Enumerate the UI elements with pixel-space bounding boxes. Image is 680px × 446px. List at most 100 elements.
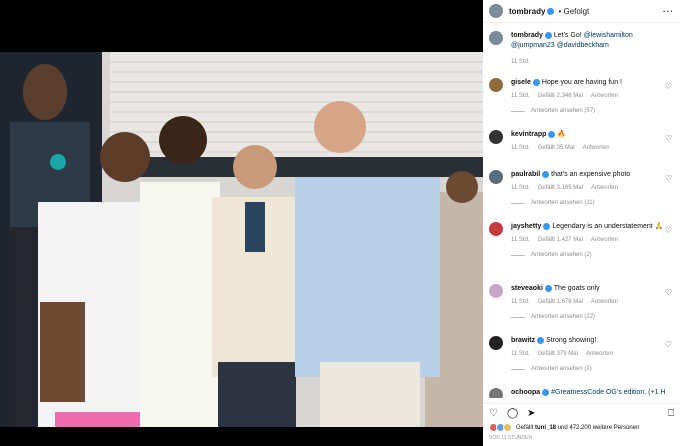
comment-meta: 11 Std. Gefällt 1.427 Mal Antworten bbox=[511, 236, 674, 245]
comment-avatar[interactable] bbox=[489, 388, 503, 398]
comment-text: that's an expensive photo bbox=[551, 171, 631, 178]
comment-likes[interactable]: Gefällt 2.346 Mal bbox=[538, 93, 583, 99]
verified-badge-icon bbox=[547, 7, 555, 15]
comment-meta: 11 Std. Gefällt 379 Mal Antworten bbox=[511, 350, 674, 359]
comment-avatar[interactable] bbox=[489, 130, 503, 144]
comment-body: jayshetty Legendary is an understatement… bbox=[511, 222, 674, 284]
bookmark-icon[interactable]: ⎕ bbox=[668, 408, 674, 419]
author-avatar[interactable] bbox=[489, 4, 503, 18]
comment-meta: 11 Std. Gefällt 1.678 Mal Antworten bbox=[511, 298, 674, 307]
post-header: tombrady • Gefolgt ··· bbox=[483, 0, 680, 23]
liker-avatar bbox=[503, 423, 512, 432]
comment-body: kevintrapp 🔥 11 Std. Gefällt 35 Mal Antwor… bbox=[511, 130, 674, 170]
comment-time: 11 Std. bbox=[511, 299, 530, 305]
verified-badge-icon bbox=[543, 222, 551, 230]
comment-icon[interactable]: ◯ bbox=[507, 408, 518, 419]
comment-avatar[interactable] bbox=[489, 336, 503, 350]
verified-badge-icon bbox=[542, 388, 550, 396]
post-sidebar: tombrady • Gefolgt ··· tombrady Let's Go… bbox=[483, 0, 680, 446]
reply-button[interactable]: Antworten bbox=[586, 351, 613, 357]
comment-item: brawitz Strong showing! 11 Std. Gefällt 3… bbox=[483, 336, 680, 388]
caption-text-block: tombrady Let's Go! @lewishamilton @jumpm… bbox=[511, 31, 674, 67]
comment-text: Legendary is an understatement 🙏 bbox=[552, 223, 664, 230]
comment-avatar[interactable] bbox=[489, 284, 503, 298]
heart-icon[interactable]: ♡ bbox=[489, 408, 498, 419]
heart-icon[interactable]: ♡ bbox=[665, 174, 672, 183]
liked-by-user[interactable]: tuni_18 bbox=[535, 425, 556, 431]
comment-text: Hope you are having fun ! bbox=[541, 79, 622, 86]
comment-time: 11 Std. bbox=[511, 145, 530, 151]
comment-time: 11 Std. bbox=[511, 93, 530, 99]
post-photo[interactable] bbox=[0, 52, 483, 427]
mention-lewishamilton[interactable]: @lewishamilton bbox=[584, 32, 633, 39]
comment-username[interactable]: jayshetty bbox=[511, 223, 541, 230]
reply-button[interactable]: Antworten bbox=[591, 93, 618, 99]
comment-meta: 11 Std. Gefällt 35 Mal Antworten bbox=[511, 144, 674, 153]
heart-icon[interactable]: ♡ bbox=[665, 134, 672, 143]
comment-likes[interactable]: Gefällt 35 Mal bbox=[538, 145, 575, 151]
mention-jumpman23[interactable]: @jumpman23 bbox=[511, 42, 555, 49]
comment-avatar[interactable] bbox=[489, 222, 503, 236]
reply-button[interactable]: Antworten bbox=[583, 145, 610, 151]
comment-likes[interactable]: Gefällt 1.678 Mal bbox=[538, 299, 583, 305]
comment-username[interactable]: steveaoki bbox=[511, 285, 543, 292]
comment-meta: 11 Std. Gefällt 3.165 Mal Antworten bbox=[511, 184, 674, 193]
reply-button[interactable]: Antworten bbox=[591, 237, 618, 243]
comment-time: 11 Std. bbox=[511, 185, 530, 191]
comment-item: kevintrapp 🔥 11 Std. Gefällt 35 Mal Antwor… bbox=[483, 130, 680, 170]
follow-state[interactable]: • Gefolgt bbox=[558, 7, 589, 16]
comment-avatar[interactable] bbox=[489, 170, 503, 184]
comment-item: paulrabil that's an expensive photo 11 S… bbox=[483, 170, 680, 222]
comment-meta: 11 Std. Gefällt 2.346 Mal Antworten bbox=[511, 92, 674, 101]
author-username[interactable]: tombrady bbox=[509, 7, 545, 16]
comment-text: 🔥 bbox=[557, 131, 567, 138]
comment-item-partial: ochoopa #GreatnessCode OG's edition. (+1… bbox=[483, 388, 680, 398]
reply-button[interactable]: Antworten bbox=[591, 299, 618, 305]
verified-badge-icon bbox=[532, 78, 540, 86]
heart-icon[interactable]: ♡ bbox=[665, 340, 672, 349]
verified-badge-icon bbox=[537, 336, 545, 344]
comment-text: The goats only bbox=[553, 285, 600, 292]
view-replies-button[interactable]: Antworten ansehen (2) bbox=[511, 251, 674, 260]
photo-pane bbox=[0, 0, 483, 446]
comment-body: brawitz Strong showing! 11 Std. Gefällt 3… bbox=[511, 336, 674, 388]
view-replies-button[interactable]: Antworten ansehen (57) bbox=[511, 107, 674, 116]
heart-icon[interactable]: ♡ bbox=[665, 288, 672, 297]
comment-username[interactable]: paulrabil bbox=[511, 171, 540, 178]
group-photo-illustration bbox=[0, 52, 483, 427]
comment-body: paulrabil that's an expensive photo 11 S… bbox=[511, 170, 674, 222]
comment-username[interactable]: kevintrapp bbox=[511, 131, 546, 138]
heart-icon[interactable]: ♡ bbox=[665, 226, 672, 235]
caption-username[interactable]: tombrady bbox=[511, 32, 543, 39]
heart-icon[interactable]: ♡ bbox=[665, 82, 672, 91]
more-icon[interactable]: ··· bbox=[663, 7, 674, 16]
comment-likes[interactable]: Gefällt 379 Mal bbox=[538, 351, 578, 357]
verified-badge-icon bbox=[548, 130, 556, 138]
comment-username[interactable]: ochoopa bbox=[511, 389, 540, 396]
verified-badge-icon bbox=[542, 170, 550, 178]
caption-avatar[interactable] bbox=[489, 31, 503, 45]
comment-text: #GreatnessCode OG's edition. (+1 H bbox=[551, 389, 666, 396]
comment-item: jayshetty Legendary is an understatement… bbox=[483, 222, 680, 284]
reply-button[interactable]: Antworten bbox=[591, 185, 618, 191]
comment-likes[interactable]: Gefällt 1.427 Mal bbox=[538, 237, 583, 243]
comment-username[interactable]: gisele bbox=[511, 79, 531, 86]
comment-body: steveaoki The goats only 11 Std. Gefällt … bbox=[511, 284, 674, 336]
comment-username[interactable]: brawitz bbox=[511, 337, 535, 344]
share-icon[interactable]: ➤ bbox=[527, 408, 535, 419]
comment-item: steveaoki The goats only 11 Std. Gefällt … bbox=[483, 284, 680, 336]
comment-avatar[interactable] bbox=[489, 78, 503, 92]
liked-by-rest[interactable]: und 472.200 weitere Personen bbox=[558, 425, 640, 431]
comment-likes[interactable]: Gefällt 3.165 Mal bbox=[538, 185, 583, 191]
comment-body: gisele Hope you are having fun ! 11 Std.… bbox=[511, 78, 674, 130]
comment-list: gisele Hope you are having fun ! 11 Std.… bbox=[483, 78, 680, 398]
actions-row: ♡ ◯ ➤ ⎕ bbox=[483, 404, 680, 423]
follow-state-label[interactable]: Gefolgt bbox=[563, 7, 589, 16]
post-caption: tombrady Let's Go! @lewishamilton @jumpm… bbox=[483, 23, 680, 67]
view-replies-button[interactable]: Antworten ansehen (11) bbox=[511, 199, 674, 208]
mention-davidbeckham[interactable]: @davidbeckham bbox=[557, 42, 609, 49]
view-replies-button[interactable]: Antworten ansehen (2) bbox=[511, 365, 674, 374]
view-replies-button[interactable]: Antworten ansehen (22) bbox=[511, 313, 674, 322]
liked-by: Gefällt tuni_18 und 472.200 weitere Pers… bbox=[483, 423, 680, 432]
comment-body: ochoopa #GreatnessCode OG's edition. (+1… bbox=[511, 388, 674, 398]
